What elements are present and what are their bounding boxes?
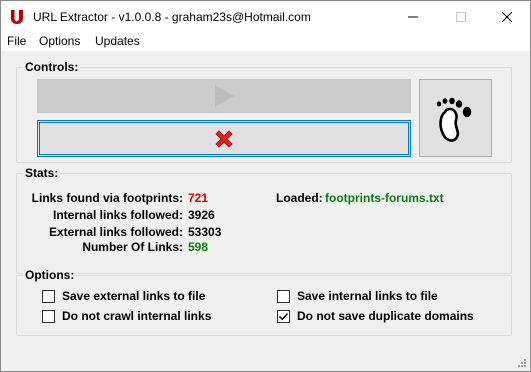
app-logo-icon	[10, 9, 24, 25]
loaded-file-value: footprints-forums.txt	[325, 191, 444, 205]
options-group: Options:	[16, 268, 512, 336]
checkbox-unchecked-icon[interactable]	[277, 289, 290, 303]
external-links-value: 53303	[188, 225, 222, 239]
title-bar[interactable]: URL Extractor - v1.0.0.8 - graham23s@Hot…	[1, 1, 530, 32]
status-bar	[2, 348, 529, 370]
no-duplicate-domains-checkbox[interactable]: Do not save duplicate domains	[277, 309, 474, 323]
save-external-checkbox[interactable]: Save external links to file	[42, 289, 205, 303]
minimize-button[interactable]	[390, 1, 436, 32]
no-crawl-internal-label: Do not crawl internal links	[62, 309, 212, 323]
menu-updates[interactable]: Updates	[95, 34, 140, 48]
number-of-links-row: Number Of Links: 598	[1, 240, 531, 256]
internal-links-value: 3926	[188, 208, 215, 222]
client-area: Controls: Stats: Links found via footpri…	[1, 51, 530, 371]
links-found-row: Links found via footprints: 721 Loaded: …	[1, 191, 531, 207]
internal-links-label: Internal links followed:	[52, 208, 183, 222]
loaded-label: Loaded:	[276, 191, 323, 205]
no-crawl-internal-checkbox[interactable]: Do not crawl internal links	[42, 309, 211, 323]
internal-links-row: Internal links followed: 3926	[1, 208, 531, 224]
options-group-label: Options:	[23, 268, 77, 282]
close-button[interactable]	[484, 1, 530, 32]
app-window: URL Extractor - v1.0.0.8 - graham23s@Hot…	[0, 0, 531, 372]
close-icon	[502, 11, 512, 22]
maximize-icon	[456, 11, 466, 22]
menu-bar: File Options Updates	[1, 32, 530, 51]
controls-group-label: Controls:	[23, 60, 81, 74]
no-duplicate-domains-label: Do not save duplicate domains	[297, 309, 474, 323]
red-x-icon	[215, 129, 233, 148]
checkbox-unchecked-icon[interactable]	[42, 309, 55, 323]
window-title: URL Extractor - v1.0.0.8 - graham23s@Hot…	[33, 10, 311, 24]
checkbox-checked-icon[interactable]	[277, 309, 290, 323]
links-found-label: Links found via footprints:	[31, 191, 183, 205]
checkmark-icon	[279, 312, 289, 320]
number-of-links-label: Number Of Links:	[82, 240, 183, 254]
links-found-value: 721	[188, 191, 209, 205]
minimize-icon	[408, 16, 418, 17]
start-button[interactable]	[37, 79, 411, 113]
maximize-button	[438, 1, 484, 32]
save-external-label: Save external links to file	[62, 289, 206, 303]
external-links-label: External links followed:	[48, 225, 183, 239]
menu-options[interactable]: Options	[39, 34, 80, 48]
checkbox-unchecked-icon[interactable]	[42, 289, 55, 303]
stop-button[interactable]	[37, 120, 411, 157]
menu-file[interactable]: File	[7, 34, 26, 48]
save-internal-checkbox[interactable]: Save internal links to file	[277, 289, 438, 303]
load-footprints-button[interactable]	[419, 79, 492, 157]
save-internal-label: Save internal links to file	[297, 289, 438, 303]
play-icon	[215, 85, 234, 107]
external-links-row: External links followed: 53303	[1, 225, 531, 241]
resize-grip-icon[interactable]	[516, 357, 527, 368]
number-of-links-value: 598	[188, 240, 209, 254]
stats-group-label: Stats:	[23, 166, 61, 180]
footprints-icon	[436, 97, 471, 142]
